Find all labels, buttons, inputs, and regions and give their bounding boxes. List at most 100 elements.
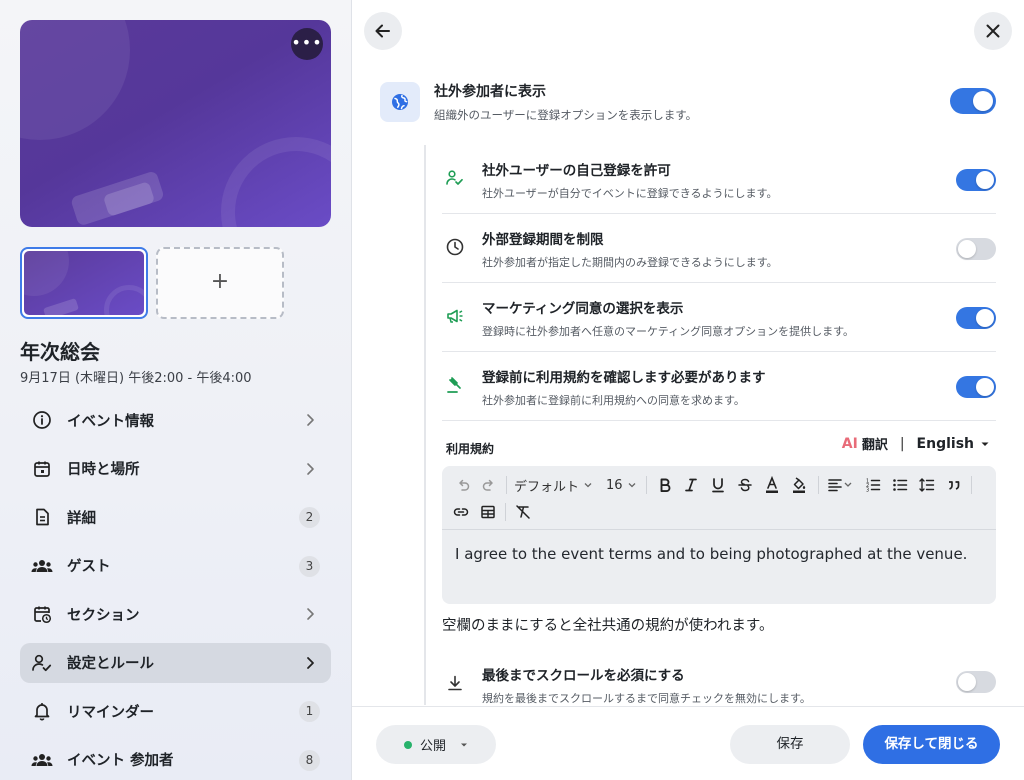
- align-icon[interactable]: [825, 474, 855, 496]
- setting-description: 社外参加者が指定した期間内のみ登録できるようにします。: [482, 256, 778, 269]
- ai-badge: AI: [841, 435, 858, 452]
- more-options-button[interactable]: •••: [291, 28, 323, 60]
- bullet-list-icon[interactable]: [889, 474, 911, 496]
- terms-required-row: 登録前に利用規約を確認します必要があります 社外参加者に登録前に利用規約への同意…: [442, 352, 996, 421]
- terms-required-toggle[interactable]: [956, 376, 996, 398]
- sidebar-item-event-info[interactable]: イベント情報: [20, 400, 331, 440]
- italic-icon[interactable]: [680, 474, 702, 496]
- marketing-consent-toggle[interactable]: [956, 307, 996, 329]
- font-size-select[interactable]: 16: [606, 474, 638, 496]
- setting-description: 登録時に社外参加者へ任意のマーケティング同意オプションを提供します。: [482, 325, 855, 338]
- sidebar-item-label: イベント情報: [67, 413, 154, 430]
- setting-title: マーケティング同意の選択を表示: [482, 301, 684, 317]
- setting-description: 社外参加者に登録前に利用規約への同意を求めます。: [482, 394, 745, 407]
- arrow-left-icon: [375, 24, 390, 38]
- sidebar-item-reminders[interactable]: リマインダー 1: [20, 691, 331, 731]
- image-thumbnail[interactable]: [20, 247, 148, 319]
- sidebar-item-label: 日時と場所: [67, 462, 140, 478]
- font-select[interactable]: デフォルト: [514, 474, 594, 496]
- sidebar-item-label: ゲスト: [67, 559, 111, 575]
- caret-down-icon: [461, 743, 467, 747]
- terms-hint: 空欄のままにすると全社共通の規約が使われます。: [442, 618, 774, 634]
- info-icon: [31, 409, 53, 431]
- clear-format-icon[interactable]: [512, 501, 534, 523]
- cover-image: •••: [20, 20, 331, 227]
- status-dot: [404, 741, 412, 749]
- save-button[interactable]: 保存: [730, 725, 850, 764]
- text-color-icon[interactable]: [761, 474, 783, 496]
- download-icon: [444, 672, 466, 694]
- setting-title: 最後までスクロールを必須にする: [482, 668, 685, 684]
- status-select[interactable]: 公開: [376, 725, 496, 764]
- registration-period-toggle[interactable]: [956, 238, 996, 260]
- undo-icon[interactable]: [452, 474, 474, 496]
- bold-icon[interactable]: [654, 474, 676, 496]
- setting-title: 登録前に利用規約を確認します必要があります: [482, 370, 766, 386]
- external-visibility-toggle[interactable]: [950, 88, 996, 114]
- link-icon[interactable]: [450, 501, 472, 523]
- setting-description: 規約を最後までスクロールするまで同意チェックを無効にします。: [482, 692, 811, 705]
- bell-icon: [31, 700, 53, 722]
- document-icon: [31, 506, 53, 528]
- chevron-right-icon: [307, 462, 314, 475]
- globe-icon: [380, 82, 420, 122]
- event-sidebar: ••• + 年次総会 9月17日 (木曜日) 午後2:00 - 午後4:00 イ…: [0, 0, 352, 780]
- setting-title: 社外ユーザーの自己登録を許可: [482, 163, 671, 179]
- chevron-right-icon: [307, 608, 314, 620]
- require-scroll-toggle[interactable]: [956, 671, 996, 693]
- underline-icon[interactable]: [707, 474, 729, 496]
- terms-text-area[interactable]: I agree to the event terms and to being …: [455, 542, 975, 566]
- nesting-line: [424, 145, 426, 705]
- sidebar-item-label: 設定とルール: [67, 656, 154, 672]
- self-registration-row: 社外ユーザーの自己登録を許可 社外ユーザーが自分でイベントに登録できるようにしま…: [442, 145, 996, 214]
- calendar-clock-icon: [31, 603, 53, 625]
- event-title: 年次総会: [20, 340, 100, 364]
- language-select[interactable]: English: [917, 436, 974, 452]
- sidebar-item-label: リマインダー: [67, 704, 154, 721]
- count-badge: 8: [299, 749, 320, 771]
- table-icon[interactable]: [477, 501, 499, 523]
- require-scroll-row: 最後までスクロールを必須にする 規約を最後までスクロールするまで同意チェックを無…: [442, 656, 996, 708]
- svg-text:3: 3: [866, 488, 869, 494]
- sidebar-item-date-place[interactable]: 日時と場所: [20, 449, 331, 489]
- terms-label: 利用規約: [446, 442, 495, 456]
- marketing-consent-row: マーケティング同意の選択を表示 登録時に社外参加者へ任意のマーケティング同意オプ…: [442, 283, 996, 352]
- count-badge: 3: [299, 555, 320, 577]
- redo-icon[interactable]: [478, 474, 500, 496]
- caret-down-icon: [981, 442, 989, 446]
- status-label: 公開: [420, 739, 447, 754]
- line-height-icon[interactable]: [916, 474, 938, 496]
- setting-title: 社外参加者に表示: [434, 84, 546, 100]
- event-date: 9月17日 (木曜日) 午後2:00 - 午後4:00: [20, 371, 252, 386]
- sidebar-item-label: セクション: [67, 607, 140, 624]
- setting-description: 社外ユーザーが自分でイベントに登録できるようにします。: [482, 187, 778, 200]
- chevron-down-icon: [584, 483, 592, 488]
- sidebar-item-label: 詳細: [67, 510, 96, 527]
- sidebar-item-sections[interactable]: セクション: [20, 594, 331, 634]
- back-button[interactable]: [364, 12, 402, 50]
- megaphone-icon: [444, 305, 466, 327]
- strikethrough-icon[interactable]: [734, 474, 756, 496]
- highlight-icon[interactable]: [788, 474, 810, 496]
- external-visibility-row: 社外参加者に表示 組織外のユーザーに登録オプションを表示します。: [380, 78, 996, 128]
- sidebar-item-participants[interactable]: イベント 参加者 8: [20, 740, 331, 780]
- setting-description: 組織外のユーザーに登録オプションを表示します。: [434, 108, 698, 122]
- save-and-close-button[interactable]: 保存して閉じる: [863, 725, 1000, 764]
- ordered-list-icon[interactable]: 123: [862, 474, 884, 496]
- terms-editor: デフォルト 16 1 2 3 I agree to the event term…: [442, 466, 996, 604]
- separator: |: [899, 435, 905, 452]
- sidebar-item-settings-rules[interactable]: 設定とルール: [20, 642, 331, 683]
- self-registration-toggle[interactable]: [956, 169, 996, 191]
- count-badge: 1: [299, 701, 320, 722]
- editor-toolbar: デフォルト 16 1 2 3: [442, 466, 996, 530]
- close-button[interactable]: [974, 12, 1012, 50]
- add-image-button[interactable]: +: [156, 247, 284, 319]
- quote-icon[interactable]: [943, 474, 965, 496]
- sidebar-item-guests[interactable]: ゲスト 3: [20, 546, 331, 586]
- people-icon: [31, 749, 53, 771]
- sidebar-nav: イベント情報 日時と場所 詳細 2 ゲスト 3 セクション 設定とルール リマイ…: [20, 400, 331, 780]
- count-badge: 2: [299, 507, 320, 528]
- translate-button[interactable]: 翻訳: [862, 434, 888, 453]
- sidebar-item-details[interactable]: 詳細 2: [20, 497, 331, 537]
- registration-period-row: 外部登録期間を制限 社外参加者が指定した期間内のみ登録できるようにします。: [442, 214, 996, 283]
